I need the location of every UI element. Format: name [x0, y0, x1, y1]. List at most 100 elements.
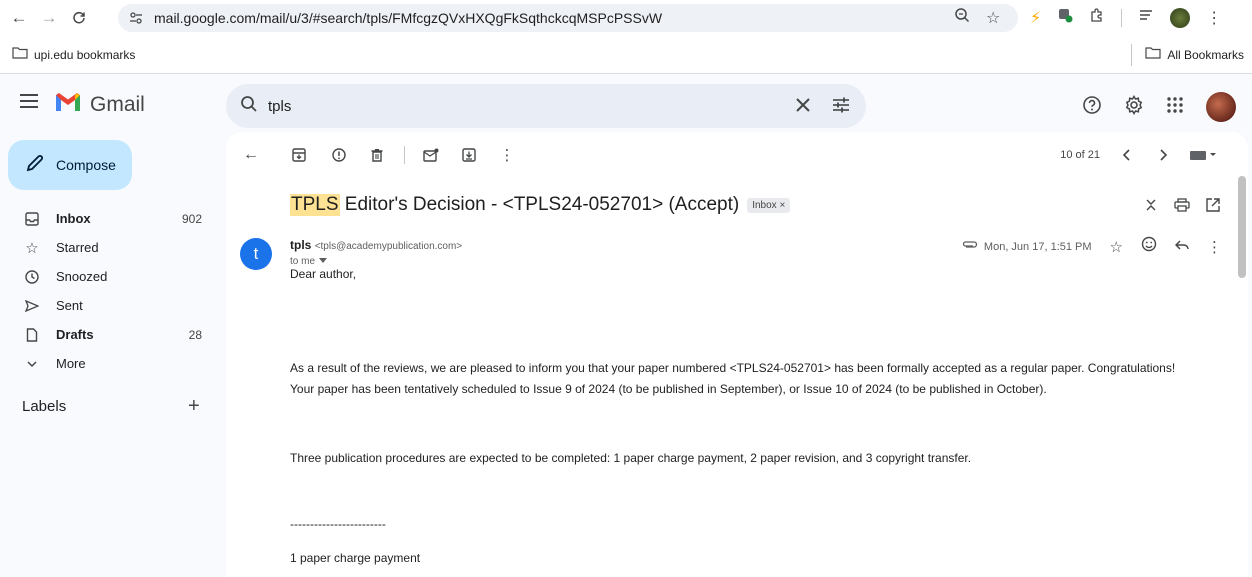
sender-name[interactable]: tpls [290, 238, 311, 252]
extension-icons: ⚡ ⋮ [1030, 7, 1222, 28]
more-options-icon[interactable]: ⋮ [498, 146, 516, 164]
extensions-puzzle-icon[interactable] [1089, 7, 1105, 28]
inbox-count: 902 [181, 211, 202, 226]
url-bar[interactable]: mail.google.com/mail/u/3/#search/tpls/FM… [118, 4, 1018, 32]
browser-toolbar: ← → mail.google.com/mail/u/3/#search/tpl… [0, 0, 1252, 36]
sidebar-item-more[interactable]: More [0, 349, 220, 378]
help-icon[interactable] [1082, 95, 1102, 120]
folder-icon [1145, 46, 1161, 63]
gmail-logo[interactable]: Gmail [54, 91, 145, 118]
open-new-window-icon[interactable] [1206, 198, 1220, 217]
sidebar-item-label: Inbox [56, 211, 91, 226]
newer-chevron-icon[interactable] [1118, 146, 1136, 164]
search-input[interactable] [268, 97, 768, 115]
sender-info: tpls <tpls@academypublication.com> [290, 238, 462, 252]
input-tools-keyboard-icon[interactable] [1188, 146, 1218, 164]
gmail-header: Gmail [0, 74, 1252, 136]
bookmark-folder-upi[interactable]: upi.edu bookmarks [12, 46, 135, 63]
add-label-button[interactable]: + [188, 395, 200, 418]
lightning-extension-icon[interactable]: ⚡ [1030, 8, 1041, 28]
body-greeting: Dear author, [290, 267, 357, 281]
clock-icon [24, 269, 40, 285]
body-section-heading: 1 paper charge payment [290, 551, 421, 565]
gmail-m-icon [54, 91, 82, 118]
sender-avatar[interactable]: t [240, 238, 272, 270]
star-icon: ☆ [25, 239, 39, 257]
pencil-icon [26, 154, 44, 177]
subject-text: Editor's Decision - <TPLS24-052701> (Acc… [339, 194, 740, 215]
message-date-text: Mon, Jun 17, 1:51 PM [983, 240, 1092, 253]
message-toolbar: ← ⋮ 10 of 21 [226, 132, 1248, 178]
sidebar-item-label: Sent [56, 298, 83, 313]
emoji-react-icon[interactable] [1141, 236, 1157, 257]
zoom-icon[interactable] [954, 7, 970, 28]
sidebar-item-snoozed[interactable]: Snoozed [0, 262, 220, 291]
message-meta: Mon, Jun 17, 1:51 PM ☆ ⋮ [962, 236, 1222, 257]
message-scrollbar[interactable] [1238, 176, 1246, 278]
reading-list-icon[interactable] [1138, 7, 1154, 28]
bookmark-star-icon[interactable]: ☆ [986, 8, 1000, 28]
compose-button[interactable]: Compose [8, 140, 132, 190]
sidebar-item-label: More [56, 356, 86, 371]
body-paragraph-procedures: Three publication procedures are expecte… [290, 451, 972, 465]
sidebar-item-inbox[interactable]: Inbox 902 [0, 204, 220, 233]
mark-unread-icon[interactable] [422, 146, 440, 164]
all-bookmarks-label: All Bookmarks [1167, 47, 1244, 62]
account-avatar[interactable] [1206, 92, 1236, 122]
toolbar-divider [404, 146, 405, 164]
chevron-down-icon [24, 356, 40, 372]
sender-email: <tpls@academypublication.com> [314, 241, 463, 252]
sidebar-item-label: Drafts [56, 327, 94, 342]
site-settings-icon[interactable] [126, 8, 146, 28]
drafts-count: 28 [188, 327, 202, 342]
extension-badge-icon[interactable] [1057, 7, 1073, 28]
reload-icon[interactable] [68, 7, 90, 29]
body-paragraph-acceptance: As a result of the reviews, we are pleas… [290, 361, 1176, 375]
back-to-search-icon[interactable]: ← [242, 146, 260, 164]
inbox-label-tag[interactable]: Inbox × [747, 197, 791, 213]
sidebar-nav: Inbox 902 ☆ Starred Snoozed Sent Drafts … [0, 204, 220, 378]
main-menu-icon[interactable] [20, 94, 38, 113]
search-bar[interactable] [226, 84, 866, 128]
body-paragraph-schedule: Your paper has been tentatively schedule… [290, 382, 1047, 396]
settings-gear-icon[interactable] [1124, 94, 1144, 120]
sidebar-item-sent[interactable]: Sent [0, 291, 220, 320]
report-spam-icon[interactable] [330, 146, 348, 164]
reply-icon[interactable] [1174, 238, 1189, 256]
message-subject: TPLS Editor's Decision - <TPLS24-052701>… [290, 194, 791, 216]
profile-avatar[interactable] [1170, 7, 1191, 28]
bookmarks-divider [1131, 44, 1132, 66]
clear-search-icon[interactable] [794, 96, 812, 119]
search-options-icon[interactable] [832, 96, 850, 119]
archive-icon[interactable] [290, 146, 308, 164]
back-arrow-icon[interactable]: ← [8, 7, 30, 29]
sidebar-item-label: Snoozed [56, 269, 108, 284]
sidebar-item-drafts[interactable]: Drafts 28 [0, 320, 220, 349]
print-icon[interactable] [1174, 198, 1190, 217]
attachment-clip-icon [962, 240, 978, 253]
delete-trash-icon[interactable] [368, 146, 386, 164]
move-to-icon[interactable] [460, 146, 478, 164]
bookmark-folder-icon [12, 46, 28, 63]
forward-arrow-icon[interactable]: → [38, 7, 60, 29]
labels-heading: Labels [22, 398, 67, 415]
subject-actions [1144, 198, 1220, 217]
pager-count: 10 of 21 [1060, 149, 1100, 161]
header-actions [1082, 92, 1236, 122]
bookmarks-bar: upi.edu bookmarks All Bookmarks [0, 36, 1252, 74]
sidebar: Compose Inbox 902 ☆ Starred Snoozed Sent [0, 136, 220, 577]
google-apps-icon[interactable] [1166, 96, 1184, 119]
search-icon[interactable] [240, 95, 258, 118]
message-panel: ← ⋮ 10 of 21 TPLS Editor's Decision - <T [226, 132, 1248, 577]
message-date: Mon, Jun 17, 1:51 PM [962, 240, 1092, 253]
browser-menu-icon[interactable]: ⋮ [1206, 8, 1222, 28]
url-text[interactable]: mail.google.com/mail/u/3/#search/tpls/FM… [154, 10, 662, 26]
sidebar-item-starred[interactable]: ☆ Starred [0, 233, 220, 262]
collapse-all-icon[interactable] [1144, 198, 1158, 217]
message-more-icon[interactable]: ⋮ [1207, 238, 1222, 256]
toolbar-divider [1121, 8, 1123, 27]
star-message-icon[interactable]: ☆ [1110, 238, 1123, 256]
url-actions: ☆ [954, 7, 1000, 28]
all-bookmarks-button[interactable]: All Bookmarks [1145, 46, 1244, 63]
older-chevron-icon[interactable] [1154, 146, 1172, 164]
